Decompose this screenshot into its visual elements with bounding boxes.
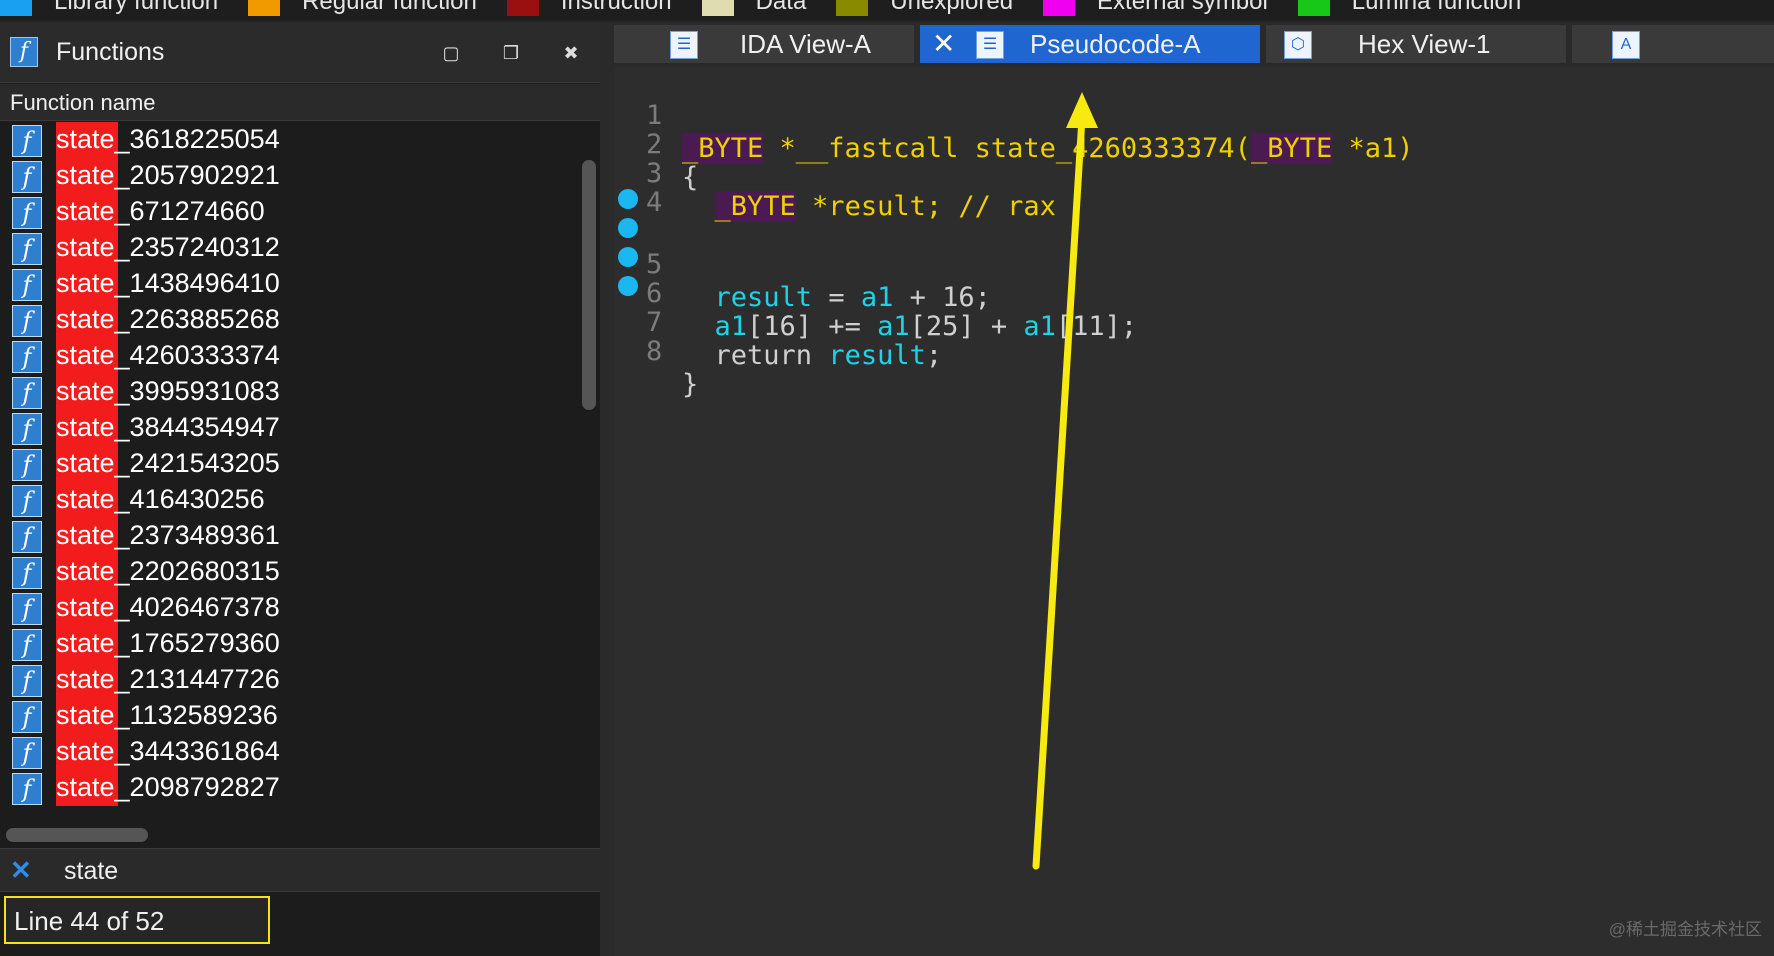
annotation-arrow [1032, 92, 1098, 870]
arrow-head [1066, 92, 1098, 128]
arrow-shaft [1032, 114, 1086, 870]
